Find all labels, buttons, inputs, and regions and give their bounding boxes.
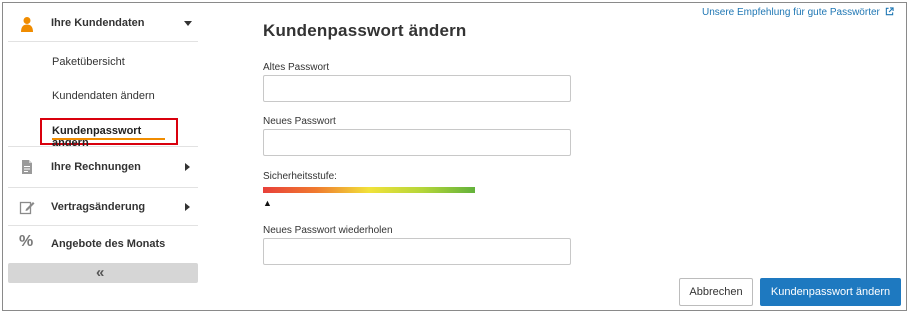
- chevron-down-icon: [184, 21, 192, 26]
- link-text: Unsere Empfehlung für gute Passwörter: [702, 7, 880, 18]
- old-password-field[interactable]: [263, 75, 571, 102]
- percent-icon: %: [19, 233, 34, 250]
- sidebar-section-rechnungen[interactable]: Ihre Rechnungen: [8, 146, 198, 188]
- chevron-right-icon: [185, 163, 190, 171]
- page-title: Kundenpasswort ändern: [263, 21, 467, 40]
- sidebar-section-label: Angebote des Monats: [51, 238, 166, 250]
- sidebar-section-label: Vertragsänderung: [51, 201, 146, 213]
- sidebar-section-kundendaten[interactable]: Ihre Kundendaten: [8, 4, 198, 42]
- change-password-button[interactable]: Kundenpasswort ändern: [760, 278, 901, 306]
- password-change-panel: Kundenpasswort ändern Unsere Empfehlung …: [263, 0, 903, 310]
- password-recommendation-link[interactable]: Unsere Empfehlung für gute Passwörter: [702, 7, 894, 18]
- new-password-field[interactable]: [263, 129, 571, 156]
- sidebar-section-label: Ihre Rechnungen: [51, 161, 141, 173]
- new-password-label: Neues Passwort: [263, 116, 336, 127]
- sidebar-collapse-button[interactable]: «: [8, 263, 198, 283]
- repeat-password-label: Neues Passwort wiederholen: [263, 225, 393, 236]
- document-icon: [22, 160, 32, 174]
- cancel-button[interactable]: Abbrechen: [679, 278, 753, 306]
- old-password-label: Altes Passwort: [263, 62, 330, 73]
- edit-icon: [19, 201, 35, 215]
- external-link-icon: [885, 7, 894, 16]
- sidebar-section-label: Ihre Kundendaten: [51, 17, 145, 29]
- active-indicator: [52, 138, 165, 140]
- strength-marker-icon: ▲: [263, 198, 272, 208]
- strength-label: Sicherheitsstufe:: [263, 171, 337, 182]
- sidebar-item-kundenpasswort-aendern[interactable]: Kundenpasswort ändern: [40, 118, 178, 149]
- sidebar-section-vertragsaenderung[interactable]: Vertragsänderung: [8, 188, 198, 226]
- repeat-password-field[interactable]: [263, 238, 571, 265]
- password-strength-bar: [263, 187, 475, 193]
- sidebar-item-kundendaten-aendern[interactable]: Kundendaten ändern: [52, 90, 155, 102]
- sidebar-item-paketuebersicht[interactable]: Paketübersicht: [52, 56, 125, 68]
- chevron-right-icon: [185, 203, 190, 211]
- double-chevron-left-icon: «: [96, 264, 105, 281]
- sidebar-section-angebote[interactable]: % Angebote des Monats: [8, 226, 198, 262]
- person-icon: [21, 17, 33, 32]
- sidebar: Ihre Kundendaten Paketübersicht Kundenda…: [8, 4, 198, 284]
